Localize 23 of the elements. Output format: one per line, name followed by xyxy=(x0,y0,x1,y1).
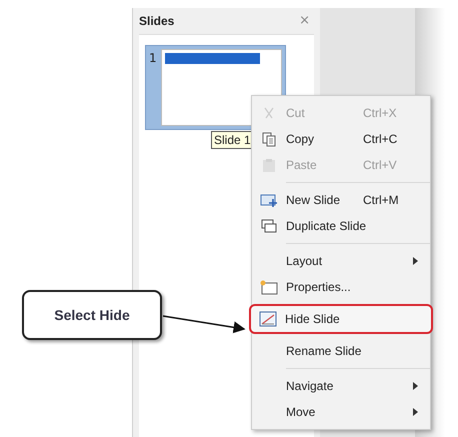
callout: Select Hide xyxy=(22,290,162,340)
slide-properties-icon xyxy=(260,280,278,294)
slide-thumbnail[interactable]: 1 xyxy=(145,45,286,130)
menu-item[interactable]: Rename Slide xyxy=(252,338,430,364)
scissors-icon xyxy=(262,106,276,120)
slide-number: 1 xyxy=(149,50,157,67)
tooltip: Slide 1 xyxy=(211,131,254,149)
submenu-arrow-icon xyxy=(413,257,418,265)
menu-item[interactable]: New Slide Ctrl+M xyxy=(252,187,430,213)
duplicate-icon xyxy=(261,218,277,234)
clipboard-icon xyxy=(262,158,276,172)
menu-item[interactable]: Properties... xyxy=(252,274,430,300)
panel-title: Slides xyxy=(139,13,174,30)
menu-item[interactable]: Navigate xyxy=(252,373,430,399)
hide-slide-icon xyxy=(259,311,277,327)
menu-item[interactable]: Move xyxy=(252,399,430,425)
copy-icon xyxy=(262,132,276,146)
new-slide-icon xyxy=(260,192,278,208)
submenu-arrow-icon xyxy=(413,408,418,416)
menu-item[interactable]: Layout xyxy=(252,248,430,274)
submenu-arrow-icon xyxy=(413,382,418,390)
menu-item[interactable]: Duplicate Slide xyxy=(252,213,430,239)
menu-item[interactable]: Hide Slide xyxy=(251,306,431,332)
